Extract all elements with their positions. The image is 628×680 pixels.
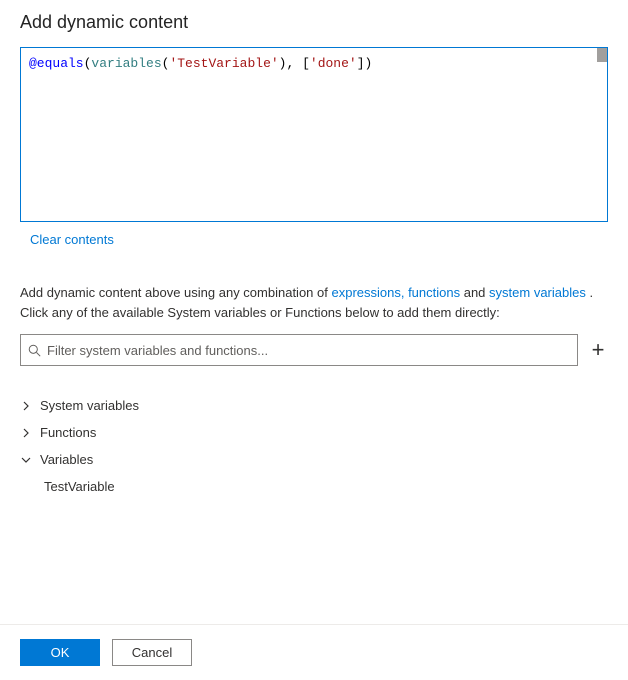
footer: OK Cancel bbox=[0, 624, 628, 680]
add-button[interactable]: + bbox=[588, 340, 608, 360]
section-label: System variables bbox=[40, 398, 139, 413]
filter-input-container[interactable] bbox=[20, 334, 578, 366]
chevron-right-icon bbox=[20, 427, 32, 439]
section-functions[interactable]: Functions bbox=[20, 419, 608, 446]
clear-contents-link[interactable]: Clear contents bbox=[30, 232, 114, 247]
section-label: Variables bbox=[40, 452, 93, 467]
page-title: Add dynamic content bbox=[20, 12, 608, 33]
section-label: Functions bbox=[40, 425, 96, 440]
chevron-down-icon bbox=[20, 454, 32, 466]
ok-button[interactable]: OK bbox=[20, 639, 100, 666]
section-variables[interactable]: Variables bbox=[20, 446, 608, 473]
chevron-right-icon bbox=[20, 400, 32, 412]
variable-item[interactable]: TestVariable bbox=[20, 473, 608, 500]
cancel-button[interactable]: Cancel bbox=[112, 639, 192, 666]
expression-editor[interactable]: @equals(variables('TestVariable'), ['don… bbox=[20, 47, 608, 222]
system-variables-link[interactable]: system variables bbox=[489, 285, 586, 300]
expressions-functions-link[interactable]: expressions, functions bbox=[331, 285, 460, 300]
search-icon bbox=[21, 344, 47, 357]
filter-input[interactable] bbox=[47, 335, 577, 365]
section-system-variables[interactable]: System variables bbox=[20, 392, 608, 419]
help-text: Add dynamic content above using any comb… bbox=[20, 283, 608, 322]
